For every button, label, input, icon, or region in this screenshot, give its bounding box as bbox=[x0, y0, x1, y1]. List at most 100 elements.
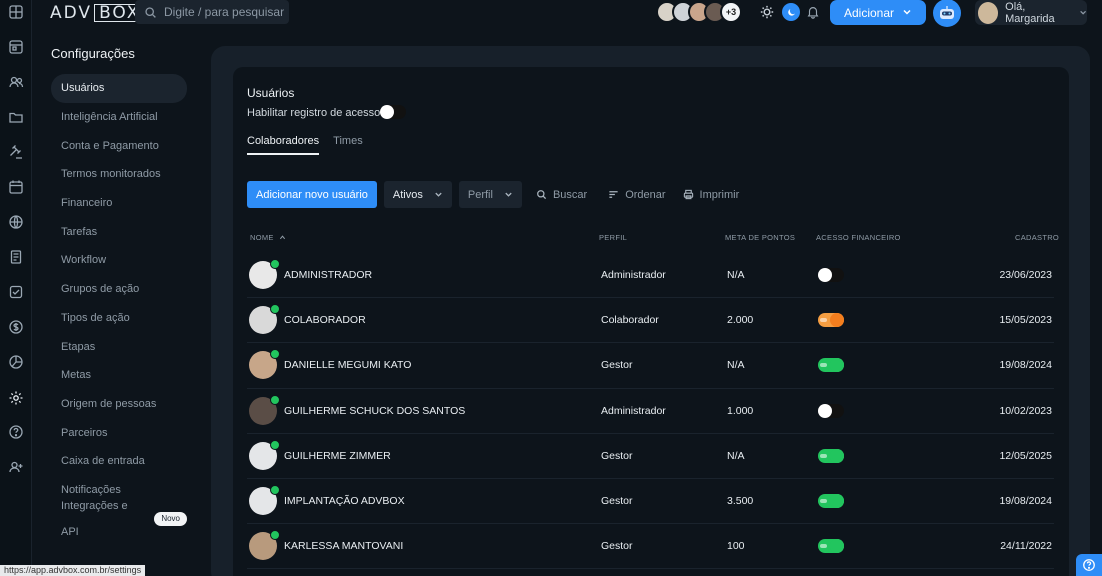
assistant-robot-icon[interactable] bbox=[933, 0, 961, 27]
financial-access-toggle[interactable] bbox=[818, 539, 844, 554]
settings-item-workflow[interactable]: Workflow bbox=[51, 246, 187, 275]
user-created-date: 10/02/2023 bbox=[999, 404, 1052, 417]
toggle-knob bbox=[380, 105, 394, 119]
users-toolbar: Adicionar novo usuário Ativos Perfil Bus… bbox=[247, 181, 739, 208]
new-badge: Novo bbox=[154, 511, 187, 526]
table-row[interactable]: GUILHERME ZIMMER Gestor N/A 12/05/2025 bbox=[247, 434, 1054, 479]
dollar-icon[interactable] bbox=[8, 319, 24, 335]
left-rail bbox=[0, 0, 32, 576]
settings-item-parceiros[interactable]: Parceiros bbox=[51, 418, 187, 447]
settings-title: Configurações bbox=[51, 46, 135, 61]
status-select[interactable]: Ativos bbox=[383, 181, 452, 208]
theme-switcher[interactable] bbox=[758, 3, 800, 21]
sort-asc-icon bbox=[279, 235, 285, 240]
table-row[interactable]: IMPLANTAÇÃO ADVBOX Gestor 3.500 19/08/20… bbox=[247, 479, 1054, 525]
toggle-knob bbox=[818, 268, 832, 282]
user-created-date: 15/05/2023 bbox=[999, 314, 1052, 327]
settings-item-tarefas[interactable]: Tarefas bbox=[51, 217, 187, 246]
globe-icon[interactable] bbox=[8, 214, 24, 230]
tab-times[interactable]: Times bbox=[333, 135, 363, 155]
financial-access-toggle[interactable] bbox=[818, 403, 844, 418]
user-profile: Gestor bbox=[601, 494, 633, 507]
documents-icon[interactable] bbox=[8, 249, 24, 265]
calendar-icon[interactable] bbox=[8, 179, 24, 195]
table-row[interactable]: GUILHERME SCHUCK DOS SANTOS Administrado… bbox=[247, 389, 1054, 434]
gear-icon[interactable] bbox=[8, 390, 24, 406]
financial-access-toggle[interactable] bbox=[818, 493, 844, 508]
moon-icon[interactable] bbox=[782, 3, 800, 21]
checkbox-icon[interactable] bbox=[8, 284, 24, 300]
profile-select[interactable]: Perfil bbox=[458, 181, 522, 208]
settings-item-etapas[interactable]: Etapas bbox=[51, 332, 187, 361]
add-user-button[interactable]: Adicionar novo usuário bbox=[247, 181, 377, 208]
settings-item-inteligencia-artificial[interactable]: Inteligência Artificial bbox=[51, 103, 187, 132]
user-created-date: 24/11/2022 bbox=[1000, 540, 1052, 553]
financial-access-toggle[interactable] bbox=[818, 358, 844, 373]
user-avatar bbox=[249, 394, 280, 425]
search-icon bbox=[537, 190, 547, 200]
printer-icon bbox=[683, 189, 693, 200]
online-status-dot bbox=[270, 259, 280, 269]
user-name: KARLESSA MANTOVANI bbox=[284, 540, 404, 553]
gavel-icon[interactable] bbox=[8, 144, 24, 160]
online-status-dot bbox=[270, 304, 280, 315]
table-row[interactable]: ADMINISTRADOR Administrador N/A 23/06/20… bbox=[247, 253, 1054, 299]
user-avatar bbox=[249, 349, 280, 380]
online-status-dot bbox=[270, 439, 280, 450]
table-row[interactable]: DANIELLE MEGUMI KATO Gestor N/A 19/08/20… bbox=[247, 343, 1054, 389]
table-row[interactable]: KARLESSA MANTOVANI Gestor 100 24/11/2022 bbox=[247, 524, 1054, 570]
search-input[interactable] bbox=[164, 5, 284, 19]
access-log-toggle[interactable] bbox=[380, 105, 406, 119]
column-name[interactable]: NOME bbox=[250, 233, 286, 242]
user-created-date: 19/08/2024 bbox=[999, 359, 1052, 372]
pie-chart-icon[interactable] bbox=[8, 354, 24, 370]
column-financial-access: ACESSO FINANCEIRO bbox=[816, 233, 901, 242]
sun-icon[interactable] bbox=[758, 3, 776, 21]
user-profile: Gestor bbox=[601, 449, 633, 462]
settings-item-financeiro[interactable]: Financeiro bbox=[51, 189, 187, 218]
calendar-board-icon[interactable] bbox=[8, 39, 24, 55]
page-title: Usuários bbox=[247, 86, 295, 100]
logo-text-left: ADV bbox=[50, 3, 93, 23]
settings-item-caixa-entrada[interactable]: Caixa de entrada bbox=[51, 447, 187, 476]
folder-icon[interactable] bbox=[8, 109, 24, 125]
users-table: ADMINISTRADOR Administrador N/A 23/06/20… bbox=[247, 253, 1054, 570]
user-plus-icon[interactable] bbox=[8, 459, 24, 475]
table-row[interactable]: COLABORADOR Colaborador 2.000 15/05/2023 bbox=[247, 298, 1054, 344]
dashboard-icon[interactable] bbox=[8, 4, 24, 20]
financial-access-toggle[interactable] bbox=[818, 268, 844, 282]
add-button-label: Adicionar bbox=[844, 5, 895, 20]
settings-item-metas[interactable]: Metas bbox=[51, 361, 187, 390]
bell-icon[interactable] bbox=[806, 5, 820, 19]
chevron-down-icon bbox=[505, 192, 512, 197]
financial-access-toggle[interactable] bbox=[818, 313, 844, 328]
more-users-count[interactable]: +3 bbox=[720, 1, 742, 23]
user-avatar bbox=[249, 530, 280, 561]
people-icon[interactable] bbox=[8, 74, 24, 90]
settings-item-integracoes-api[interactable]: Integrações e API Novo bbox=[51, 500, 187, 538]
settings-item-tipos-acao[interactable]: Tipos de ação bbox=[51, 304, 187, 333]
advbox-logo[interactable]: ADV BOX bbox=[50, 3, 146, 23]
help-chat-button[interactable] bbox=[1076, 554, 1102, 576]
settings-item-conta-pagamento[interactable]: Conta e Pagamento bbox=[51, 131, 187, 160]
tab-colaboradores[interactable]: Colaboradores bbox=[247, 135, 320, 155]
user-created-date: 23/06/2023 bbox=[999, 269, 1052, 281]
column-goal: META DE PONTOS bbox=[725, 233, 796, 242]
global-search[interactable] bbox=[135, 0, 289, 24]
settings-item-usuarios[interactable]: Usuários bbox=[51, 74, 187, 103]
user-menu[interactable]: Olá, Margarida bbox=[975, 0, 1087, 25]
status-bar-url: https://app.advbox.com.br/settings bbox=[0, 565, 146, 576]
user-created-date: 19/08/2024 bbox=[999, 494, 1052, 507]
help-icon[interactable] bbox=[8, 424, 24, 440]
add-button[interactable]: Adicionar bbox=[830, 0, 926, 25]
online-status-dot bbox=[270, 484, 280, 495]
sort-button[interactable]: Ordenar bbox=[608, 189, 666, 201]
settings-item-origem-pessoas[interactable]: Origem de pessoas bbox=[51, 390, 187, 419]
financial-access-toggle[interactable] bbox=[818, 448, 844, 463]
search-users-button[interactable]: Buscar bbox=[536, 189, 587, 201]
print-button[interactable]: Imprimir bbox=[683, 189, 739, 201]
settings-item-grupos-acao[interactable]: Grupos de ação bbox=[51, 275, 187, 304]
user-name: GUILHERME SCHUCK DOS SANTOS bbox=[284, 404, 466, 417]
settings-item-termos-monitorados[interactable]: Termos monitorados bbox=[51, 160, 187, 189]
online-users[interactable]: +3 bbox=[656, 1, 742, 23]
